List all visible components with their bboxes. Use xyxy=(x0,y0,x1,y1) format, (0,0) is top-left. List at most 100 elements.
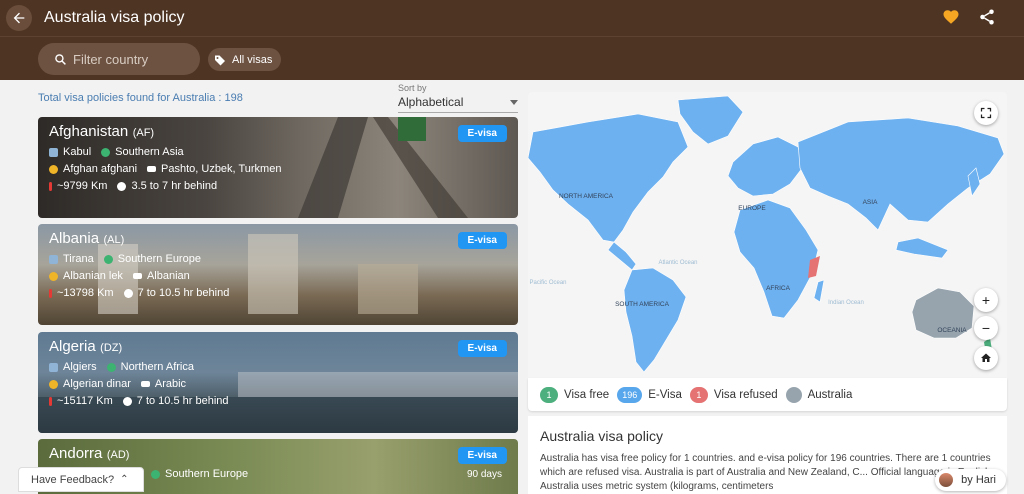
globe-icon xyxy=(103,254,113,264)
zoom-in-button[interactable]: + xyxy=(974,288,998,312)
sort-label: Sort by xyxy=(398,83,427,93)
region: Southern Europe xyxy=(165,468,249,480)
map-label-europe: EUROPE xyxy=(738,205,766,212)
distance: ~15117 Km xyxy=(57,395,113,407)
home-button[interactable] xyxy=(974,346,998,370)
chip-label: All visas xyxy=(232,53,273,66)
visa-free-count: 1 xyxy=(540,386,558,403)
currency: Afghan afghani xyxy=(63,163,138,175)
filter-country-input[interactable] xyxy=(73,51,183,67)
country-code: (AF) xyxy=(132,127,155,139)
share-icon[interactable] xyxy=(978,8,996,26)
map-label-north-america: NORTH AMERICA xyxy=(559,193,614,200)
country-card-afghanistan[interactable]: Afghanistan (AF) Kabul Southern Asia Afg… xyxy=(38,117,518,218)
speech-icon xyxy=(140,381,150,387)
page-title: Australia visa policy xyxy=(44,9,185,26)
map-canvas: NORTH AMERICA EUROPE ASIA AFRICA SOUTH A… xyxy=(528,95,1005,373)
capital: Kabul xyxy=(63,146,92,158)
distance: ~9799 Km xyxy=(57,180,108,192)
visa-free-label: Visa free xyxy=(564,388,610,401)
capital: Tirana xyxy=(63,253,94,265)
home-country-swatch xyxy=(785,386,802,403)
fullscreen-icon xyxy=(980,107,992,119)
tag-icon xyxy=(215,55,225,65)
capital: Algiers xyxy=(63,361,97,373)
map-legend: 1 Visa free 196 E-Visa 1 Visa refused Au… xyxy=(528,378,1007,411)
city-icon xyxy=(49,362,58,372)
plus-icon: + xyxy=(981,292,991,308)
chevron-up-icon: ⌃ xyxy=(120,474,129,485)
feedback-label: Have Feedback? xyxy=(31,473,115,486)
avatar xyxy=(939,473,954,487)
country-name: Andorra xyxy=(49,445,103,462)
visa-refused-label: Visa refused xyxy=(713,388,778,401)
region: Southern Asia xyxy=(115,146,184,158)
world-map[interactable]: NORTH AMERICA EUROPE ASIA AFRICA SOUTH A… xyxy=(528,92,1007,378)
money-bag-icon xyxy=(49,271,58,281)
chevron-down-icon xyxy=(510,99,518,105)
fullscreen-button[interactable] xyxy=(974,101,998,125)
map-label-south-america: SOUTH AMERICA xyxy=(615,301,669,308)
zoom-out-button[interactable]: − xyxy=(974,316,998,340)
languages: Pashto, Uzbek, Turkmen xyxy=(161,163,282,175)
sort-value: Alphabetical xyxy=(398,95,464,109)
evisa-label: E-Visa xyxy=(648,388,682,401)
clock-icon xyxy=(123,288,133,298)
sort-dropdown[interactable]: Sort by Alphabetical xyxy=(398,83,518,113)
visa-duration: 90 days xyxy=(466,469,502,480)
pin-icon xyxy=(49,288,52,298)
policy-title: Australia visa policy xyxy=(540,428,663,444)
home-country-label: Australia xyxy=(807,388,853,401)
clock-icon xyxy=(122,396,132,406)
app-header: Australia visa policy xyxy=(0,0,1024,36)
country-code: (AL) xyxy=(103,234,125,246)
map-label-atlantic: Atlantic Ocean xyxy=(658,260,697,266)
region: Southern Europe xyxy=(117,253,201,265)
currency: Algerian dinar xyxy=(63,378,131,390)
map-label-asia: ASIA xyxy=(863,199,878,206)
country-code: (AD) xyxy=(106,449,130,461)
visa-refused-count: 1 xyxy=(689,386,708,403)
country-card-algeria[interactable]: Algeria (DZ) Algiers Northern Africa Alg… xyxy=(38,332,518,433)
languages: Albanian xyxy=(146,270,190,282)
globe-icon xyxy=(101,147,111,157)
search-icon xyxy=(55,53,66,65)
visa-badge: E-visa xyxy=(457,340,507,357)
visa-badge: E-visa xyxy=(457,447,507,464)
author-badge[interactable]: by Hari xyxy=(935,469,1006,491)
pin-icon xyxy=(49,396,52,406)
map-label-indian: Indian Ocean xyxy=(828,300,864,306)
heart-icon[interactable] xyxy=(942,8,960,26)
author-label: by Hari xyxy=(961,474,996,486)
policy-body: Australia has visa free policy for 1 cou… xyxy=(540,453,994,492)
pin-icon xyxy=(49,181,52,191)
country-code: (DZ) xyxy=(100,342,123,354)
time-difference: 7 to 10.5 hr behind xyxy=(137,287,230,299)
country-card-albania[interactable]: Albania (AL) Tirana Southern Europe Alba… xyxy=(38,224,518,325)
map-label-pacific: Pacific Ocean xyxy=(529,280,566,286)
region: Northern Africa xyxy=(120,361,194,373)
results-summary: Total visa policies found for Australia … xyxy=(38,92,243,104)
feedback-button[interactable]: Have Feedback? ⌃ xyxy=(18,467,144,492)
globe-icon xyxy=(106,362,116,372)
globe-icon xyxy=(151,469,160,479)
visa-badge: E-visa xyxy=(457,125,507,142)
country-name: Albania xyxy=(49,230,100,247)
languages: Arabic xyxy=(154,378,187,390)
city-icon xyxy=(49,147,58,157)
speech-icon xyxy=(147,166,157,172)
map-label-africa: AFRICA xyxy=(766,285,791,292)
city-icon xyxy=(49,254,58,264)
clock-icon xyxy=(117,181,127,191)
back-button[interactable] xyxy=(6,5,32,31)
time-difference: 3.5 to 7 hr behind xyxy=(131,180,218,192)
evisa-count: 196 xyxy=(617,386,643,403)
search-box[interactable] xyxy=(38,43,200,75)
time-difference: 7 to 10.5 hr behind xyxy=(136,395,229,407)
money-bag-icon xyxy=(49,379,58,389)
filter-bar: All visas xyxy=(0,36,1024,80)
map-label-oceania: OCEANIA xyxy=(937,327,967,334)
all-visas-chip[interactable]: All visas xyxy=(208,48,282,71)
money-bag-icon xyxy=(49,164,58,174)
visa-badge: E-visa xyxy=(457,232,507,249)
